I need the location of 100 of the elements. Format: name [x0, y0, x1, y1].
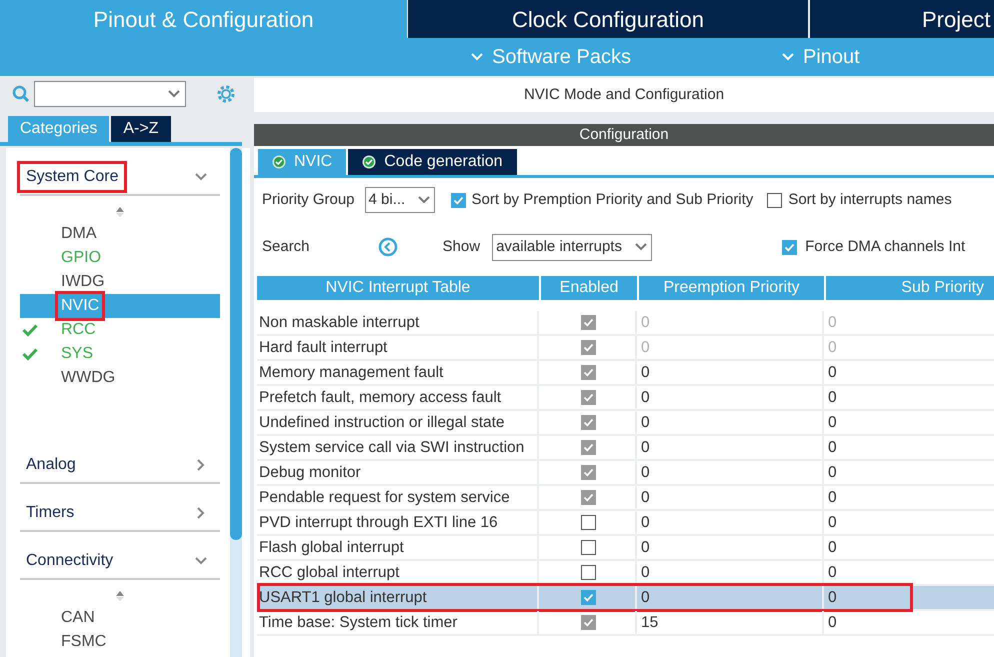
checkbox[interactable]: [580, 490, 596, 506]
check-circle-icon: [272, 155, 286, 169]
table-cell-text: 0: [827, 338, 838, 358]
checkbox[interactable]: [580, 465, 596, 480]
check-circle-icon: [362, 155, 376, 169]
checkbox[interactable]: [580, 315, 596, 330]
force-dma-checkbox[interactable]: Force DMA channels Int: [782, 236, 966, 258]
table-row[interactable]: Prefetch fault, memory access fault 0 0: [257, 386, 994, 411]
item-label: SYS: [60, 344, 94, 364]
table-cell: 0: [639, 311, 824, 334]
top-tab[interactable]: Project: [810, 0, 994, 38]
table-row[interactable]: Debug monitor 0 0: [257, 461, 994, 486]
table-cell-text: 0: [827, 588, 838, 608]
item-label: WWDG: [60, 368, 116, 388]
item-label: NVIC: [58, 294, 102, 318]
sort-checkbox[interactable]: Sort by interrupts names: [767, 188, 952, 212]
category-header[interactable]: System Core: [20, 160, 220, 196]
table-cell-text: 0: [827, 488, 838, 508]
category-header[interactable]: Timers: [20, 496, 220, 532]
table-cell: 0: [639, 461, 824, 484]
settings-icon[interactable]: [216, 84, 236, 104]
item-label: DMA: [60, 224, 98, 244]
table-row[interactable]: Undefined instruction or illegal state 0 0: [257, 411, 994, 436]
table-cell: 0: [639, 436, 824, 460]
table-cell: 0: [639, 386, 824, 410]
checkbox[interactable]: [580, 515, 596, 530]
table-cell-text: 0: [827, 613, 838, 633]
table-row[interactable]: Pendable request for system service 0 0: [257, 486, 994, 511]
table-cell: Debug monitor: [257, 461, 539, 484]
checkbox[interactable]: [580, 340, 596, 356]
checkbox[interactable]: [580, 415, 596, 430]
table-cell-text: 0: [827, 438, 838, 458]
item-label: RCC: [60, 320, 97, 340]
table-cell-text: 0: [827, 563, 838, 583]
table-row[interactable]: Non maskable interrupt 0 0: [257, 311, 994, 336]
scrollbar-thumb[interactable]: [230, 148, 242, 540]
checkbox[interactable]: [450, 192, 466, 208]
checkbox[interactable]: [580, 615, 596, 630]
category-item[interactable]: DMA: [20, 222, 220, 246]
table-cell: 0: [639, 486, 824, 510]
sort-checkbox[interactable]: Sort by Premption Priority and Sub Priority: [450, 188, 754, 212]
table-cell-text: 0: [827, 463, 838, 483]
table-cell-text: 0: [827, 538, 838, 558]
scroll-up-icon[interactable]: [115, 590, 125, 602]
table-cell: 0: [639, 586, 824, 610]
table-row[interactable]: Hard fault interrupt 0 0: [257, 336, 994, 361]
table-cell: Memory management fault: [257, 361, 539, 384]
checkbox[interactable]: [580, 440, 596, 456]
item-label: CAN: [60, 608, 96, 628]
checkbox[interactable]: [782, 240, 798, 254]
top-tab[interactable]: Clock Configuration: [408, 0, 808, 38]
show-select[interactable]: available interrupts: [492, 234, 652, 260]
search-icon[interactable]: [12, 85, 30, 103]
view-tab[interactable]: A->Z: [111, 116, 170, 142]
config-tab[interactable]: Code generation: [348, 149, 517, 175]
item-label: FSMC: [60, 632, 108, 652]
field-label: Show: [442, 236, 480, 257]
category-header[interactable]: Connectivity: [20, 544, 220, 580]
table-row[interactable]: USART1 global interrupt 0 0: [257, 586, 994, 611]
panel-title: NVIC Mode and Configuration: [254, 78, 994, 112]
category-item[interactable]: IWDG: [20, 270, 220, 294]
table-cell-text: 0: [827, 413, 838, 433]
table-cell: Flash global interrupt: [257, 536, 539, 560]
checkbox[interactable]: [767, 192, 782, 208]
category-item[interactable]: CAN: [20, 606, 220, 630]
field-label: Search: [262, 236, 310, 257]
table-row[interactable]: Flash global interrupt 0 0: [257, 536, 994, 561]
table-cell: Prefetch fault, memory access fault: [257, 386, 539, 410]
table-cell: 0: [639, 336, 824, 360]
priority-group-select[interactable]: 4 bi...: [364, 187, 435, 213]
search-reset-icon[interactable]: [378, 237, 398, 257]
config-title: Configuration: [254, 124, 994, 146]
field-label: Priority Group: [262, 190, 355, 210]
table-cell: 0: [639, 511, 824, 534]
checkbox[interactable]: [580, 565, 596, 580]
category-item[interactable]: WWDG: [20, 366, 220, 390]
table-cell: RCC global interrupt: [257, 561, 539, 584]
table-cell: System service call via SWI instruction: [257, 436, 539, 460]
table-cell: Hard fault interrupt: [257, 336, 539, 360]
table-cell: 0: [639, 536, 824, 560]
category-item[interactable]: FSMC: [20, 630, 220, 654]
category-label: Connectivity: [25, 551, 114, 571]
search-field[interactable]: [34, 81, 186, 107]
table-row[interactable]: PVD interrupt through EXTI line 16 0 0: [257, 511, 994, 536]
category-label: Analog: [25, 455, 77, 475]
checkbox[interactable]: [580, 540, 596, 556]
category-header[interactable]: Analog: [20, 448, 220, 484]
table-cell: 0: [639, 561, 824, 584]
table-row[interactable]: Memory management fault 0 0: [257, 361, 994, 386]
table-row[interactable]: Time base: System tick timer 15 0: [257, 611, 994, 636]
scroll-up-icon[interactable]: [115, 206, 125, 218]
table-cell: USART1 global interrupt: [257, 586, 539, 610]
table-cell: 15: [639, 611, 824, 634]
checkbox[interactable]: [580, 590, 596, 606]
table-cell: PVD interrupt through EXTI line 16: [257, 511, 539, 534]
table-cell-text: 0: [827, 513, 838, 533]
checkbox[interactable]: [580, 365, 596, 380]
checkbox[interactable]: [580, 390, 596, 406]
table-row[interactable]: System service call via SWI instruction 0 0: [257, 436, 994, 461]
table-cell: Pendable request for system service: [257, 486, 539, 510]
